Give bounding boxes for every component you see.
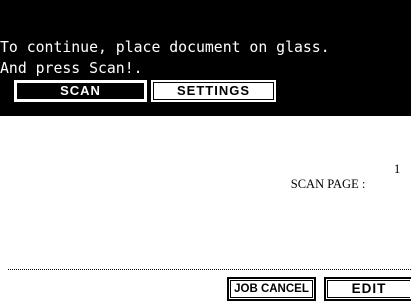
tab-settings-label: SETTINGS (153, 82, 274, 100)
scan-page-counter: SCAN PAGE : 1 (272, 162, 401, 222)
tab-scan-label: SCAN (16, 82, 145, 100)
scan-screen: To continue, place document on glass. An… (0, 0, 411, 306)
scan-page-label: SCAN PAGE : (290, 177, 366, 191)
scan-page-value: 1 (394, 162, 401, 176)
job-cancel-button-label: JOB CANCEL (230, 280, 313, 298)
footer-divider (8, 269, 411, 270)
tab-settings[interactable]: SETTINGS (151, 80, 276, 102)
job-cancel-button[interactable]: JOB CANCEL (227, 277, 316, 301)
instruction-message-line2: And press Scan!. (0, 60, 143, 77)
message-header: To continue, place document on glass. An… (0, 0, 411, 116)
tab-scan[interactable]: SCAN (14, 80, 147, 102)
edit-button[interactable]: EDIT (324, 277, 411, 301)
edit-button-label: EDIT (327, 280, 410, 298)
instruction-message-line1: To continue, place document on glass. (0, 39, 330, 56)
